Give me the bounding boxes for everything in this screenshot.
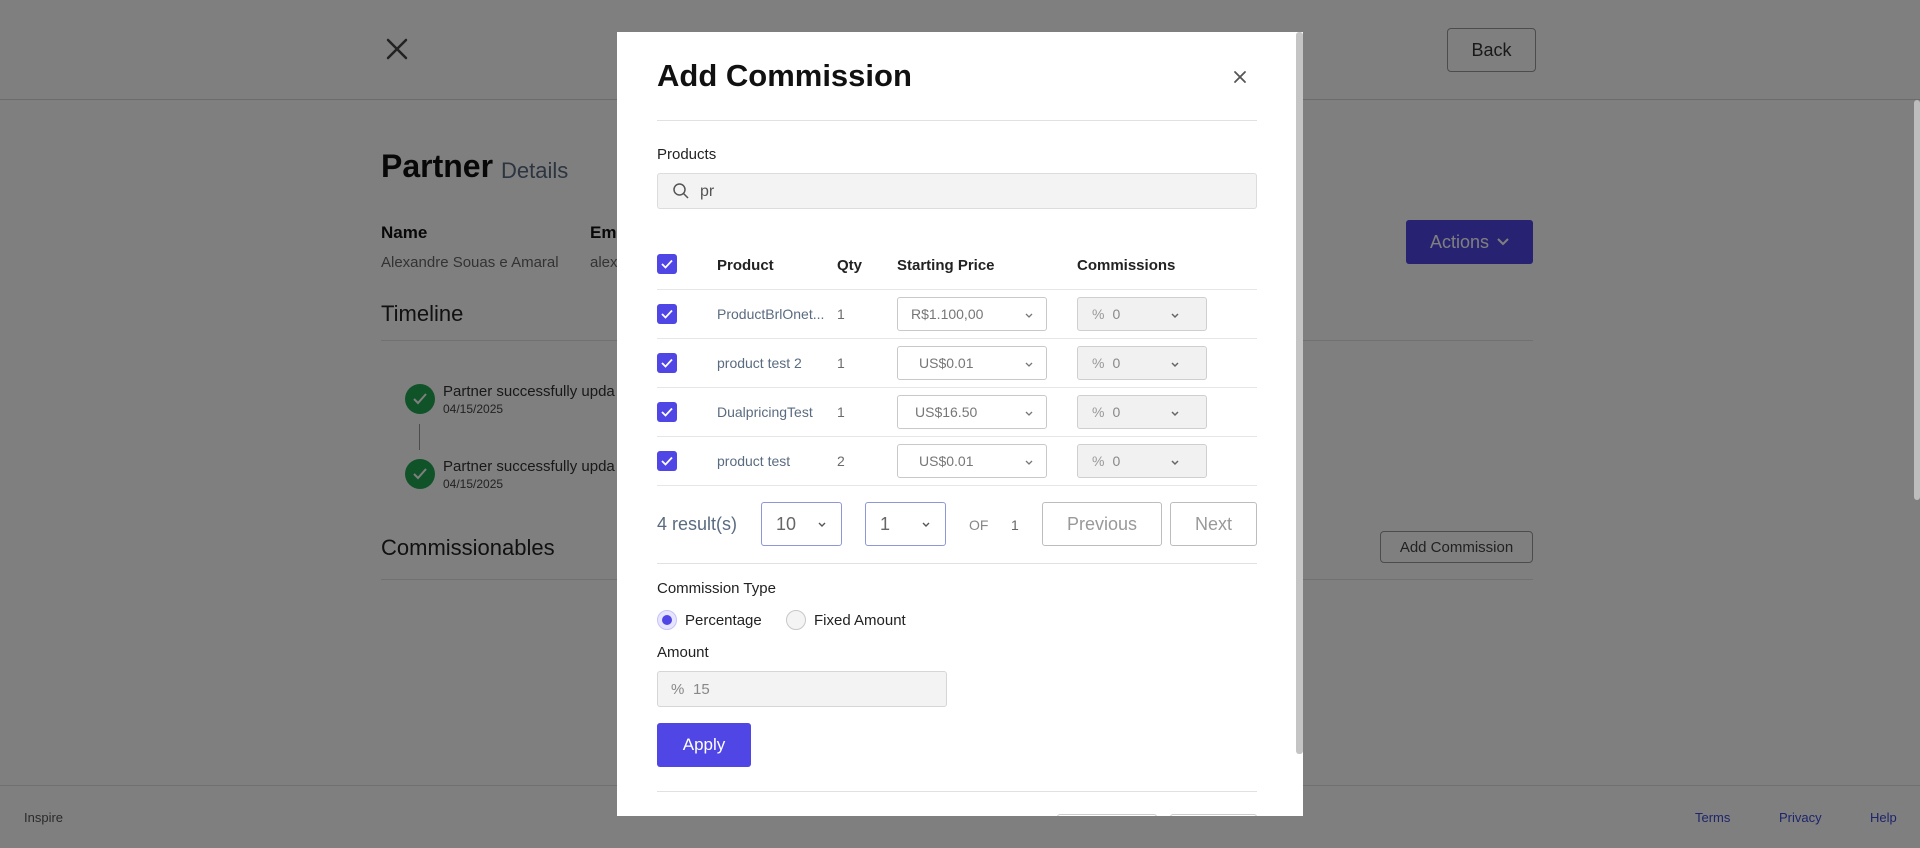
column-header-starting-price: Starting Price bbox=[897, 257, 995, 274]
commission-value: 0 bbox=[1112, 404, 1121, 420]
row-checkbox[interactable] bbox=[657, 451, 677, 471]
commission-value: 0 bbox=[1112, 355, 1121, 371]
chevron-down-icon bbox=[922, 522, 930, 527]
starting-price-value: US$0.01 bbox=[919, 355, 974, 371]
product-qty: 2 bbox=[837, 453, 845, 469]
table-row: DualpricingTest 1 US$16.50 % 0 bbox=[617, 388, 1303, 437]
divider bbox=[657, 485, 1257, 486]
product-name: DualpricingTest bbox=[717, 404, 813, 420]
commission-unit: % bbox=[1092, 404, 1105, 420]
product-qty: 1 bbox=[837, 306, 845, 322]
row-checkbox[interactable] bbox=[657, 304, 677, 324]
table-row: product test 2 US$0.01 % 0 bbox=[617, 437, 1303, 486]
commission-select[interactable]: % 0 bbox=[1077, 444, 1207, 478]
previous-button[interactable]: Previous bbox=[1042, 502, 1162, 546]
chevron-down-icon bbox=[1171, 362, 1179, 368]
chevron-down-icon bbox=[1171, 460, 1179, 466]
select-all-checkbox[interactable] bbox=[657, 254, 677, 274]
chevron-down-icon bbox=[818, 522, 826, 527]
column-header-qty: Qty bbox=[837, 257, 863, 274]
products-label: Products bbox=[657, 146, 717, 163]
divider bbox=[657, 563, 1257, 564]
add-commission-modal: Add Commission Products pr Product Qty S… bbox=[617, 32, 1303, 816]
commission-unit: % bbox=[1092, 355, 1105, 371]
per-page-select[interactable]: 10 bbox=[761, 502, 842, 546]
amount-unit: % bbox=[671, 681, 685, 698]
row-checkbox[interactable] bbox=[657, 353, 677, 373]
chevron-down-icon bbox=[1025, 313, 1033, 318]
chevron-down-icon bbox=[1025, 362, 1033, 367]
commission-type-label: Commission Type bbox=[657, 580, 776, 597]
amount-label: Amount bbox=[657, 644, 709, 661]
column-header-product: Product bbox=[717, 257, 774, 274]
commission-value: 0 bbox=[1112, 453, 1121, 469]
starting-price-select[interactable]: US$16.50 bbox=[897, 395, 1047, 429]
divider bbox=[657, 120, 1257, 121]
percentage-label[interactable]: Percentage bbox=[685, 612, 762, 629]
product-search-input[interactable]: pr bbox=[657, 173, 1257, 209]
starting-price-select[interactable]: US$0.01 bbox=[897, 346, 1047, 380]
commission-select[interactable]: % 0 bbox=[1077, 346, 1207, 380]
starting-price-value: US$0.01 bbox=[919, 453, 974, 469]
divider bbox=[657, 791, 1257, 792]
commission-select[interactable]: % 0 bbox=[1077, 297, 1207, 331]
starting-price-select[interactable]: R$1.100,00 bbox=[897, 297, 1047, 331]
starting-price-value: US$16.50 bbox=[915, 404, 978, 420]
amount-value: 15 bbox=[693, 681, 710, 698]
footer-button-partial[interactable] bbox=[1170, 814, 1257, 816]
chevron-down-icon bbox=[1025, 460, 1033, 465]
amount-input[interactable]: % 15 bbox=[657, 671, 947, 707]
footer-button-partial[interactable] bbox=[1057, 814, 1157, 816]
chevron-down-icon bbox=[1171, 411, 1179, 417]
commission-value: 0 bbox=[1112, 306, 1121, 322]
chevron-down-icon bbox=[1171, 313, 1179, 319]
product-name: product test 2 bbox=[717, 355, 802, 371]
modal-title: Add Commission bbox=[657, 58, 912, 93]
of-label: OF bbox=[969, 517, 989, 533]
commission-unit: % bbox=[1092, 453, 1105, 469]
starting-price-select[interactable]: US$0.01 bbox=[897, 444, 1047, 478]
page-select[interactable]: 1 bbox=[865, 502, 946, 546]
fixed-amount-label[interactable]: Fixed Amount bbox=[814, 612, 906, 629]
page-scrollbar[interactable] bbox=[1914, 100, 1920, 500]
next-button[interactable]: Next bbox=[1170, 502, 1257, 546]
percentage-radio[interactable] bbox=[657, 610, 677, 630]
commission-unit: % bbox=[1092, 306, 1105, 322]
table-row: ProductBrlOnet... 1 R$1.100,00 % 0 bbox=[617, 290, 1303, 339]
column-header-commissions: Commissions bbox=[1077, 257, 1176, 274]
per-page-value: 10 bbox=[776, 513, 797, 534]
total-pages: 1 bbox=[1011, 517, 1019, 533]
chevron-down-icon bbox=[1025, 411, 1033, 416]
close-icon[interactable] bbox=[1229, 66, 1251, 88]
commission-select[interactable]: % 0 bbox=[1077, 395, 1207, 429]
apply-button[interactable]: Apply bbox=[657, 723, 751, 767]
search-icon bbox=[673, 183, 689, 199]
product-qty: 1 bbox=[837, 404, 845, 420]
fixed-amount-radio[interactable] bbox=[786, 610, 806, 630]
product-name: product test bbox=[717, 453, 791, 469]
search-value: pr bbox=[700, 183, 715, 200]
product-name: ProductBrlOnet... bbox=[717, 306, 825, 322]
starting-price-value: R$1.100,00 bbox=[911, 306, 984, 322]
row-checkbox[interactable] bbox=[657, 402, 677, 422]
modal-scrollbar[interactable] bbox=[1296, 32, 1303, 754]
table-row: product test 2 1 US$0.01 % 0 bbox=[617, 339, 1303, 388]
product-qty: 1 bbox=[837, 355, 845, 371]
page-value: 1 bbox=[880, 513, 891, 534]
results-count: 4 result(s) bbox=[657, 514, 738, 534]
